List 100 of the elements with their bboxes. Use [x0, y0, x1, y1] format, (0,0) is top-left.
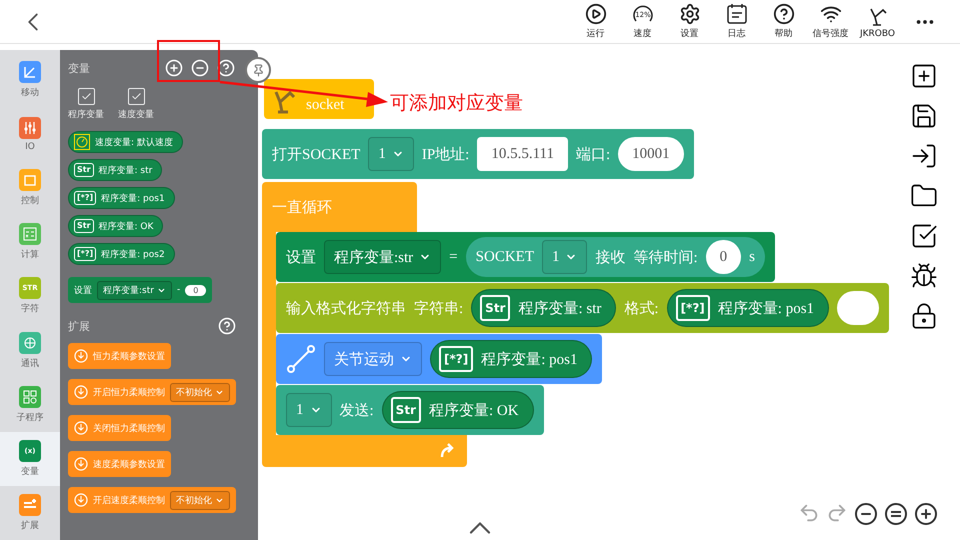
- download-circle-icon: [74, 493, 88, 507]
- download-circle-icon: [74, 349, 88, 363]
- variable-dropdown[interactable]: 程序变量:str: [324, 240, 442, 274]
- tool-label[interactable]: 日志: [728, 27, 746, 40]
- reset-zoom-icon[interactable]: [884, 502, 908, 526]
- checkbox[interactable]: [78, 88, 94, 105]
- type-glyph: [*?]: [439, 346, 474, 372]
- checkbox[interactable]: [128, 88, 144, 105]
- category-item[interactable]: 计算: [0, 215, 60, 270]
- extension-block[interactable]: 关闭恒力柔顺控制: [68, 415, 171, 441]
- socket-receive-block[interactable]: SOCKET 1 接收 等待时间: 0 s: [466, 237, 765, 277]
- init-dropdown[interactable]: 不初始化: [170, 490, 230, 510]
- format-string-block[interactable]: 输入格式化字符串 字符串: Str 程序变量: str 格式: [*?] 程序变量: pos1: [276, 283, 890, 333]
- pin-icon: [252, 64, 264, 76]
- checklist-icon[interactable]: [910, 222, 938, 250]
- category-item[interactable]: 控制: [0, 161, 60, 216]
- block-label: 输入格式化字符串: [286, 299, 406, 318]
- block-label: 设置: [286, 248, 316, 266]
- checkbox-label: 速度变量: [118, 108, 154, 121]
- save-icon[interactable]: [910, 102, 938, 130]
- check-icon: [130, 91, 142, 102]
- annotation-text: 可添加对应变量: [390, 91, 523, 116]
- variable-pill[interactable]: Str 程序变量: OK: [68, 215, 164, 237]
- log-icon[interactable]: [726, 3, 748, 25]
- zoom-in-icon[interactable]: [914, 502, 938, 526]
- variable-pill[interactable]: Str 程序变量: OK: [382, 391, 534, 429]
- category-label: 控制: [21, 194, 39, 208]
- block-label: 关闭恒力柔顺控制: [93, 422, 165, 434]
- init-dropdown[interactable]: 不初始化: [170, 382, 230, 402]
- variable-pill[interactable]: [*?] 程序变量: pos2: [68, 243, 175, 265]
- variable-pill[interactable]: Str 程序变量: str: [471, 289, 616, 327]
- lock-icon[interactable]: [910, 302, 938, 330]
- joint-move-block[interactable]: 关节运动 [*?] 程序变量: pos1: [276, 334, 602, 384]
- extension-block[interactable]: 开启恒力柔顺控制 不初始化: [68, 379, 236, 405]
- category-label: 通讯: [21, 358, 39, 370]
- operator: =: [449, 248, 458, 266]
- variable-pill[interactable]: 速度变量: 默认速度: [68, 131, 183, 153]
- socket-dropdown[interactable]: 1: [286, 393, 332, 427]
- value-field[interactable]: 0: [185, 284, 206, 296]
- category-label: IO: [25, 142, 35, 152]
- extension-block[interactable]: 恒力柔顺参数设置: [68, 343, 171, 369]
- socket-send-block[interactable]: 1 发送: Str 程序变量: OK: [276, 385, 544, 435]
- tool-label[interactable]: 运行: [586, 27, 604, 40]
- variable-dropdown[interactable]: 程序变量:str: [97, 280, 172, 300]
- block-label: 格式:: [624, 300, 659, 318]
- type-glyph: Str: [390, 397, 421, 423]
- settings-icon[interactable]: [678, 3, 700, 25]
- tool-label[interactable]: 设置: [680, 27, 698, 40]
- variable-name: 程序变量: str: [518, 299, 602, 318]
- tool-label[interactable]: 信号强度: [812, 27, 848, 40]
- variable-pill[interactable]: Str 程序变量: str: [68, 159, 162, 181]
- check-icon: [80, 91, 92, 102]
- category-item[interactable]: 移动: [0, 53, 60, 108]
- category-label: 扩展: [21, 520, 39, 532]
- variable-pill[interactable]: [*?] 程序变量: pos1: [666, 289, 830, 327]
- section-title: 扩展: [68, 318, 91, 334]
- variable-pill[interactable]: [*?] 程序变量: pos1: [68, 187, 175, 209]
- block-label: 接收: [595, 248, 626, 266]
- motion-dropdown[interactable]: 关节运动: [324, 342, 422, 376]
- zoom-out-icon[interactable]: [854, 502, 878, 526]
- empty-input-field[interactable]: [837, 291, 880, 325]
- category-item[interactable]: 子程序: [0, 378, 60, 432]
- wait-time-field[interactable]: 0: [706, 240, 742, 274]
- variable-name: 程序变量: pos2: [101, 248, 165, 260]
- set-variable-block[interactable]: 设置 程序变量:str - 0: [68, 277, 212, 303]
- type-glyph: [*?]: [74, 191, 96, 205]
- category-item[interactable]: 扩展: [0, 486, 60, 540]
- new-icon[interactable]: [910, 62, 938, 90]
- unit-label: s: [749, 248, 755, 266]
- socket-dropdown[interactable]: 1: [542, 240, 588, 274]
- type-glyph: Str: [74, 163, 94, 177]
- tool-label[interactable]: JKROBO: [860, 28, 895, 38]
- play-icon[interactable]: [584, 3, 606, 25]
- category-label: 字符: [21, 302, 39, 316]
- bug-icon[interactable]: [910, 262, 938, 290]
- tool-label[interactable]: 帮助: [774, 27, 792, 40]
- port-field[interactable]: 10001: [618, 137, 684, 171]
- help-icon[interactable]: [772, 3, 794, 25]
- operator: -: [176, 285, 180, 295]
- socket-dropdown[interactable]: 1: [368, 137, 414, 171]
- extension-block[interactable]: 速度柔顺参数设置: [68, 451, 171, 477]
- block-label: IP地址:: [422, 146, 470, 164]
- block-label: 速度柔顺参数设置: [93, 458, 165, 470]
- ip-field[interactable]: 10.5.5.111: [477, 137, 568, 171]
- tool-label[interactable]: 速度: [634, 27, 652, 40]
- save-as-icon[interactable]: [910, 142, 938, 170]
- palette-title: 变量: [68, 60, 91, 76]
- set-variable-block[interactable]: 设置 程序变量:str = SOCKET 1 接收 等待时间: 0 s: [276, 232, 775, 282]
- block-label: 开启速度柔顺控制: [93, 494, 165, 506]
- extension-block[interactable]: 开启速度柔顺控制 不初始化: [68, 487, 236, 513]
- download-circle-icon: [74, 385, 88, 399]
- category-label: 变量: [21, 466, 39, 478]
- variable-pill[interactable]: [*?] 程序变量: pos1: [430, 340, 592, 378]
- category-item[interactable]: IO: [0, 107, 60, 162]
- variable-name: 程序变量: OK: [98, 220, 154, 232]
- category-item[interactable]: 通讯: [0, 324, 60, 378]
- open-socket-block[interactable]: 打开SOCKET 1 IP地址: 10.5.5.111 端口: 10001: [262, 129, 694, 179]
- gauge-icon: [74, 134, 90, 150]
- remove-icon[interactable]: [191, 59, 209, 77]
- add-icon[interactable]: [165, 59, 183, 77]
